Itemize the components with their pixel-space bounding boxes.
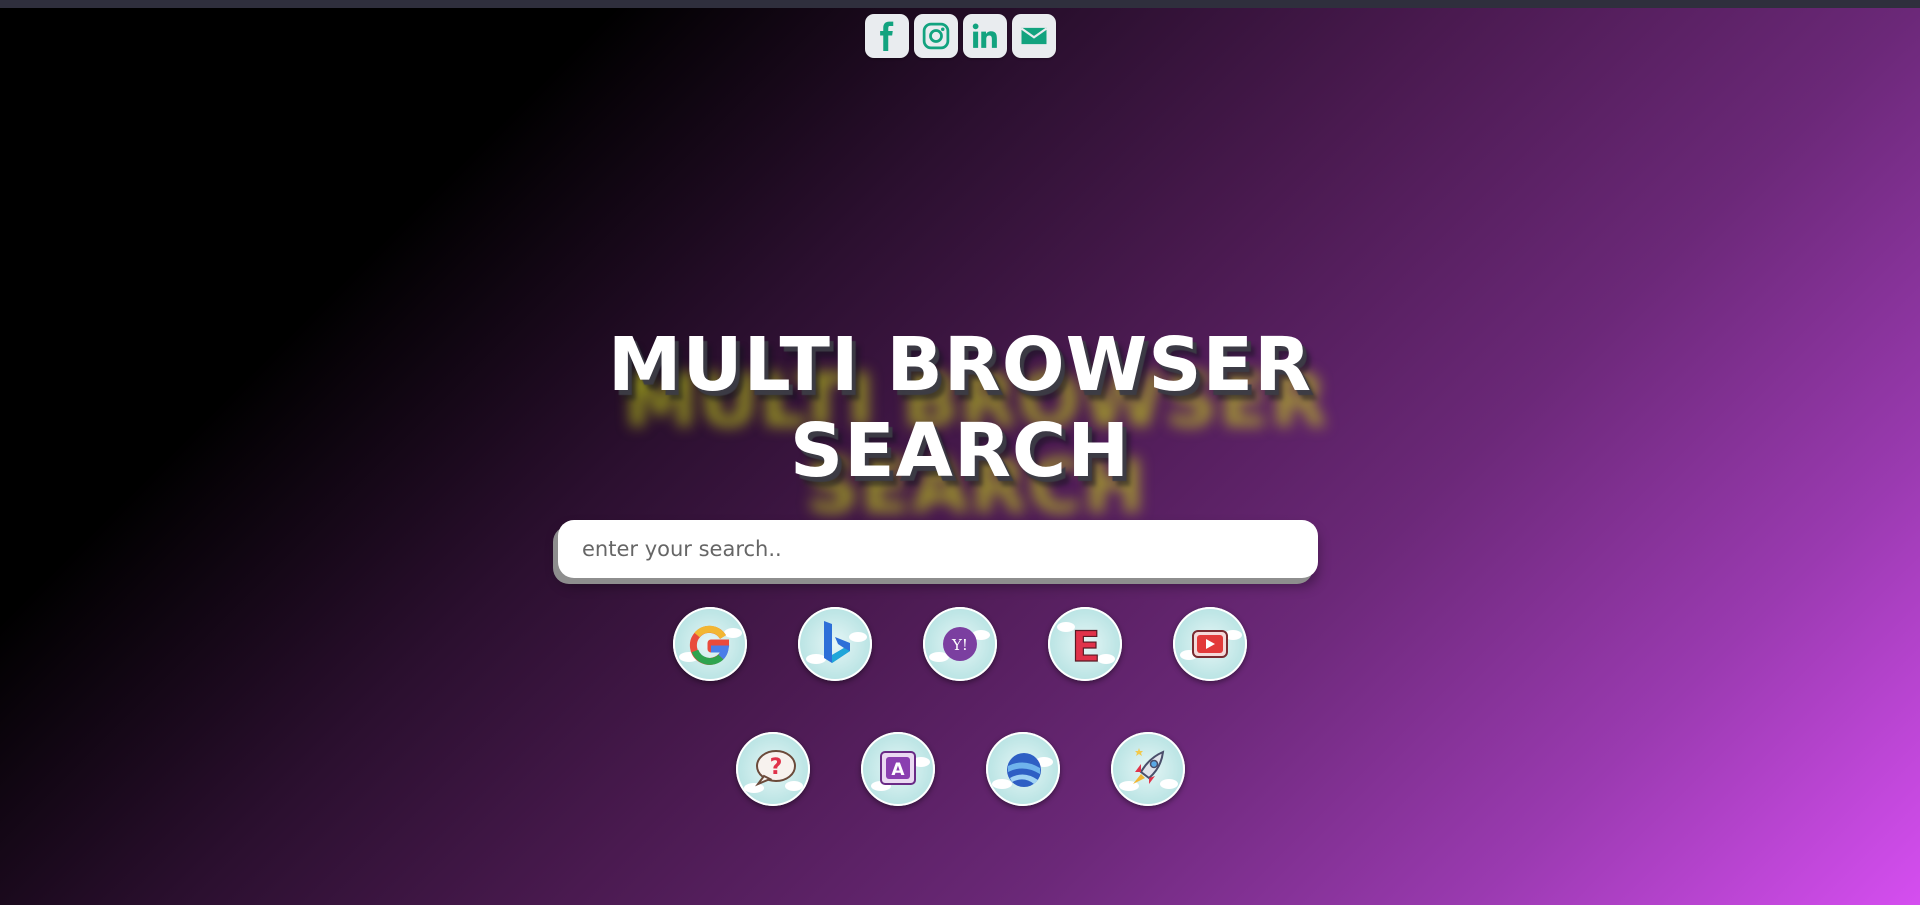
search-box — [558, 520, 1318, 578]
social-bar — [865, 14, 1056, 58]
globe-icon — [991, 753, 1053, 789]
ask-button[interactable]: ? — [735, 732, 810, 806]
facebook-icon — [880, 21, 894, 51]
title-line-1: MULTI BROWSER — [607, 322, 1313, 408]
ecosia-button[interactable]: E — [1048, 607, 1122, 681]
title-line-2: SEARCH — [789, 408, 1131, 494]
youtube-icon — [1180, 630, 1242, 660]
engine-row-2: ? A — [0, 732, 1920, 806]
google-button[interactable] — [673, 607, 747, 681]
rocket-button[interactable] — [1110, 732, 1185, 806]
svg-text:?: ? — [769, 755, 782, 780]
instagram-link[interactable] — [914, 14, 958, 58]
yahoo-button[interactable]: Y! — [923, 607, 997, 681]
svg-text:A: A — [891, 760, 905, 780]
linkedin-link[interactable] — [963, 14, 1007, 58]
page-title: MULTI BROWSER SEARCH — [0, 322, 1920, 494]
browser-top-strip — [0, 0, 1920, 8]
svg-text:E: E — [1072, 622, 1101, 671]
bing-icon — [806, 621, 867, 664]
engine-row-1: Y! E — [0, 607, 1920, 681]
bing-button[interactable] — [798, 607, 872, 681]
instagram-icon — [922, 22, 950, 50]
envelope-icon — [1020, 27, 1048, 45]
youtube-button[interactable] — [1173, 607, 1247, 681]
letter-a-icon: A — [870, 751, 930, 791]
yahoo-icon: Y! — [929, 627, 990, 662]
ecosia-icon: E — [1057, 621, 1115, 672]
globe-button[interactable] — [985, 732, 1060, 806]
google-icon — [679, 625, 742, 665]
rocket-icon — [1118, 748, 1178, 791]
search-input[interactable] — [558, 520, 1318, 578]
email-link[interactable] — [1012, 14, 1056, 58]
svg-text:Y!: Y! — [951, 636, 968, 654]
question-bubble-icon: ? — [743, 750, 803, 793]
aol-button[interactable]: A — [860, 732, 935, 806]
linkedin-icon — [972, 23, 997, 48]
facebook-link[interactable] — [865, 14, 909, 58]
